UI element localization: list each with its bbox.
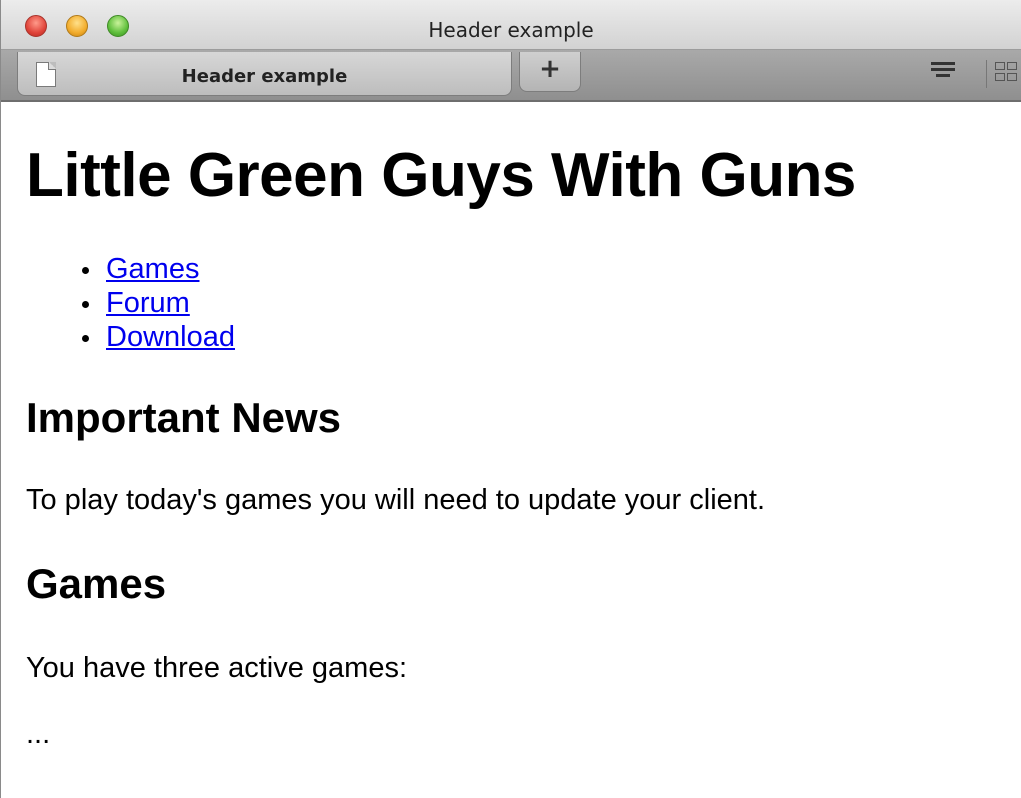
top-sites-grid-icon[interactable] [986, 60, 1021, 88]
section-heading-games: Games [26, 560, 167, 607]
ellipsis-text: ... [26, 718, 51, 750]
nav-link-download[interactable]: Download [106, 321, 235, 353]
list-item: Games [82, 252, 235, 286]
tab-header-example[interactable]: Header example [17, 52, 512, 96]
window-title: Header example [428, 18, 594, 42]
new-tab-button[interactable]: + [519, 52, 581, 92]
tab-label: Header example [181, 66, 348, 87]
list-item: Forum [82, 286, 235, 320]
browser-window: Header example Header example + Little G… [0, 0, 1021, 798]
tab-bar: Header example + [1, 50, 1021, 102]
tab-list-icon[interactable] [931, 62, 955, 84]
section-text-news: To play today's games you will need to u… [26, 484, 766, 516]
nav-link-games[interactable]: Games [106, 253, 199, 285]
section-text-games: You have three active games: [26, 652, 408, 684]
page-heading: Little Green Guys With Guns [26, 141, 856, 210]
nav-link-forum[interactable]: Forum [106, 287, 190, 319]
section-heading-news: Important News [26, 394, 342, 441]
nav-list: Games Forum Download [26, 252, 235, 354]
list-item: Download [82, 320, 235, 354]
title-bar[interactable]: Header example [1, 0, 1021, 50]
